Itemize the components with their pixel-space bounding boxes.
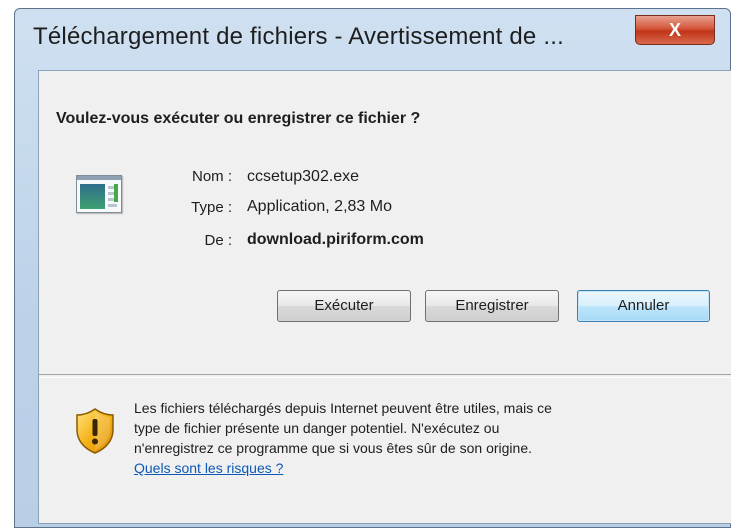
warning-line: type de fichier présente un danger poten… — [134, 420, 500, 436]
save-button[interactable]: Enregistrer — [425, 290, 559, 322]
run-button[interactable]: Exécuter — [277, 290, 411, 322]
name-label: Nom : — [191, 168, 232, 185]
dialog-client-area: Voulez-vous exécuter ou enregistrer ce f… — [38, 70, 731, 524]
from-value: download.piriform.com — [247, 231, 424, 248]
from-label: De : — [204, 232, 232, 249]
window-title: Téléchargement de fichiers - Avertisseme… — [33, 23, 564, 50]
type-label: Type : — [191, 199, 232, 216]
close-button[interactable]: X — [635, 15, 715, 45]
name-value: ccsetup302.exe — [247, 168, 360, 185]
separator — [39, 374, 731, 378]
warning-line: n'enregistrez ce programme que si vous ê… — [134, 440, 532, 456]
warning-message: Les fichiers téléchargés depuis Internet… — [134, 398, 719, 478]
close-icon: X — [668, 20, 681, 40]
warning-line: Les fichiers téléchargés depuis Internet… — [134, 400, 552, 416]
risks-link[interactable]: Quels sont les risques ? — [134, 460, 283, 476]
dialog-window: Téléchargement de fichiers - Avertisseme… — [14, 8, 731, 528]
dialog-question: Voulez-vous exécuter ou enregistrer ce f… — [56, 110, 421, 127]
shield-warning-icon — [76, 408, 114, 459]
application-file-icon — [76, 175, 122, 213]
cancel-button[interactable]: Annuler — [577, 290, 710, 322]
type-value: Application, 2,83 Mo — [247, 198, 392, 215]
